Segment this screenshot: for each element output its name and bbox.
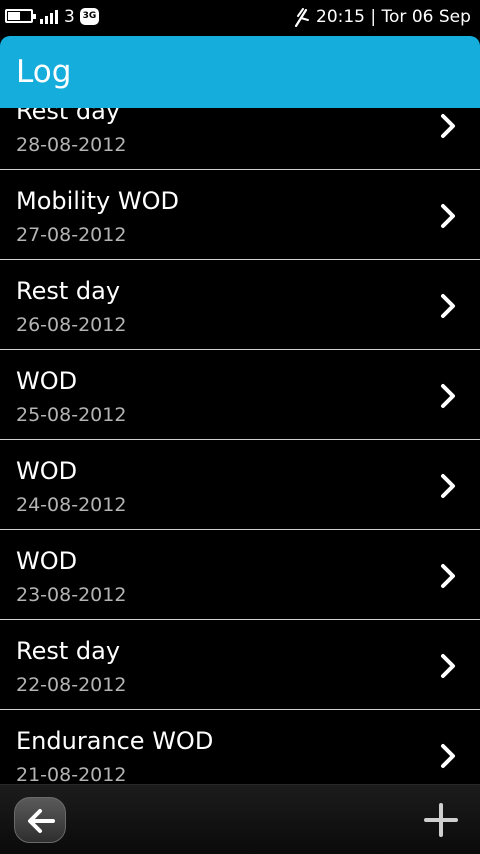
- log-item-title: Mobility WOD: [16, 187, 179, 215]
- battery-icon: [5, 9, 36, 23]
- log-item-title: WOD: [16, 457, 78, 485]
- chevron-right-icon: [441, 204, 455, 228]
- signal-strength-icon: [40, 10, 60, 24]
- chevron-right-icon: [441, 654, 455, 678]
- log-item-title: Rest day: [16, 277, 121, 305]
- chevron-right-icon: [441, 564, 455, 588]
- log-item-date: 24-08-2012: [16, 494, 127, 516]
- log-list-item[interactable]: Endurance WOD 21-08-2012: [0, 710, 480, 784]
- usb-icon: [294, 8, 309, 28]
- log-item-title: Rest day: [16, 637, 121, 665]
- add-button[interactable]: [424, 803, 458, 837]
- chevron-right-icon: [441, 114, 455, 138]
- header-bar: Log: [0, 36, 480, 108]
- log-list-item[interactable]: Rest day 22-08-2012: [0, 620, 480, 710]
- log-item-date: 28-08-2012: [16, 134, 127, 156]
- page-title: Log: [16, 54, 72, 90]
- log-list-item[interactable]: WOD 24-08-2012: [0, 440, 480, 530]
- carrier-label: 3: [64, 7, 75, 27]
- log-item-title: WOD: [16, 547, 78, 575]
- chevron-right-icon: [441, 474, 455, 498]
- status-bar: 3 3G 20:15 | Tor 06 Sep: [0, 0, 480, 36]
- back-button[interactable]: [14, 797, 66, 843]
- toolbar: [0, 784, 480, 854]
- log-item-date: 23-08-2012: [16, 584, 127, 606]
- log-item-date: 21-08-2012: [16, 764, 127, 784]
- arrow-left-icon: [28, 809, 55, 833]
- log-item-title: Endurance WOD: [16, 727, 214, 755]
- clock-date: 20:15 | Tor 06 Sep: [316, 7, 471, 27]
- log-item-date: 26-08-2012: [16, 314, 127, 336]
- chevron-right-icon: [441, 384, 455, 408]
- log-item-date: 27-08-2012: [16, 224, 127, 246]
- log-item-title: WOD: [16, 367, 78, 395]
- log-item-title: Rest day: [16, 108, 121, 125]
- network-type-badge: 3G: [80, 8, 99, 25]
- chevron-right-icon: [441, 294, 455, 318]
- log-list-item[interactable]: Mobility WOD 27-08-2012: [0, 170, 480, 260]
- log-list-item[interactable]: WOD 25-08-2012: [0, 350, 480, 440]
- log-item-date: 25-08-2012: [16, 404, 127, 426]
- log-list-item[interactable]: WOD 23-08-2012: [0, 530, 480, 620]
- log-list-item[interactable]: Rest day 26-08-2012: [0, 260, 480, 350]
- log-item-date: 22-08-2012: [16, 674, 127, 696]
- log-list[interactable]: Rest day 28-08-2012 Mobility WOD 27-08-2012…: [0, 108, 480, 784]
- chevron-right-icon: [441, 744, 455, 768]
- log-list-item[interactable]: Rest day 28-08-2012: [0, 108, 480, 170]
